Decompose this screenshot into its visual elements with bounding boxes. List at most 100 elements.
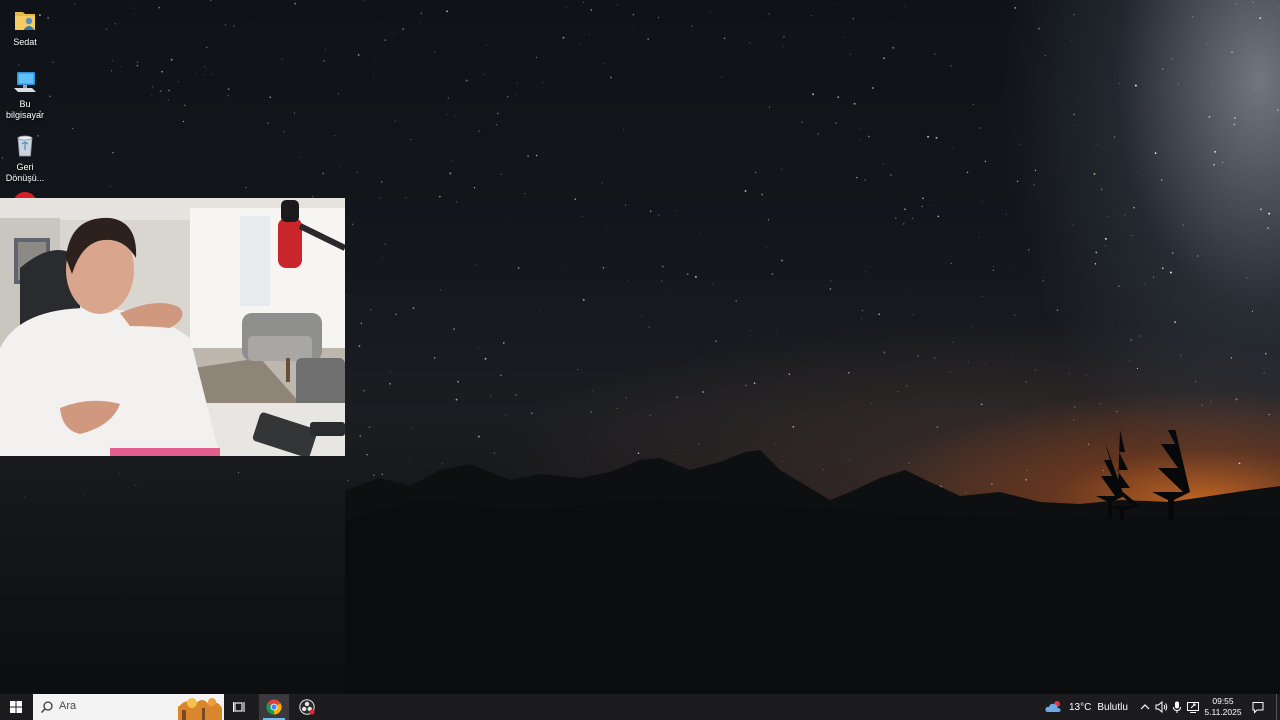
star (1221, 161, 1224, 164)
star (1062, 249, 1063, 251)
star (788, 373, 791, 375)
star (592, 390, 594, 392)
star (1104, 244, 1106, 246)
star (765, 246, 767, 248)
star (767, 219, 770, 221)
star (852, 122, 854, 124)
chevron-up-icon[interactable] (1138, 700, 1152, 714)
taskbar-app-obs[interactable] (292, 694, 322, 720)
star (699, 232, 701, 234)
star (1129, 360, 1130, 362)
star (363, 389, 365, 392)
star (623, 229, 624, 230)
microphone-icon[interactable] (1170, 700, 1184, 714)
search-input[interactable]: Ara (33, 694, 224, 720)
taskbar-app-chrome[interactable] (259, 694, 289, 720)
windows-logo-icon (10, 701, 22, 713)
star (542, 82, 544, 84)
star (184, 104, 186, 106)
star (322, 172, 324, 175)
star (769, 106, 771, 108)
star (90, 110, 92, 112)
star (921, 197, 924, 200)
star (1231, 51, 1233, 54)
star (453, 328, 455, 330)
desktop-icon-this-pc[interactable]: Bu bilgisayar (2, 68, 48, 121)
display-settings-icon[interactable] (1186, 700, 1200, 714)
start-button[interactable] (0, 694, 32, 720)
star (966, 171, 969, 174)
desktop-icon-sedat[interactable]: Sedat (2, 6, 48, 48)
weather-widget[interactable]: 13°C Bulutlu (1045, 694, 1128, 720)
star (1130, 247, 1131, 249)
star (1009, 270, 1011, 271)
star (657, 17, 660, 19)
star (434, 51, 436, 54)
star (781, 59, 783, 61)
star (890, 174, 892, 176)
star (136, 61, 139, 63)
notification-icon[interactable] (1251, 700, 1265, 714)
star (105, 28, 108, 31)
star (934, 357, 936, 359)
star (603, 63, 605, 64)
star (709, 11, 711, 13)
recycle-bin-icon (17, 135, 33, 157)
star (691, 25, 693, 27)
star (1025, 380, 1027, 383)
star (455, 201, 458, 203)
star (535, 154, 538, 157)
star (1233, 123, 1236, 126)
desktop-icon-recycle-bin[interactable]: Geri Dönüşü... (2, 131, 48, 184)
star (420, 22, 422, 24)
star (187, 164, 189, 165)
star (859, 139, 861, 141)
star (420, 12, 423, 14)
star (294, 2, 296, 5)
star (647, 38, 650, 41)
star (641, 315, 642, 317)
star (562, 36, 565, 39)
star (835, 122, 837, 124)
star (1268, 413, 1270, 416)
star (1258, 131, 1260, 133)
star (267, 122, 269, 124)
star (473, 186, 476, 189)
star (866, 155, 868, 157)
star (829, 288, 832, 290)
task-view-button[interactable] (227, 694, 253, 720)
star (610, 76, 612, 79)
star (455, 398, 458, 401)
system-clock[interactable]: 09:55 5.11.2025 (1200, 696, 1246, 718)
star (1074, 406, 1076, 408)
speaker-icon[interactable] (1154, 700, 1168, 714)
star (1234, 117, 1236, 119)
star (381, 181, 383, 183)
star (1134, 84, 1137, 87)
star (49, 95, 51, 98)
star (1182, 224, 1185, 226)
star (588, 33, 590, 35)
star (978, 236, 980, 239)
weather-condition: Bulutlu (1097, 701, 1128, 713)
star (625, 397, 627, 399)
star (814, 371, 816, 373)
star (1246, 277, 1248, 279)
star (878, 313, 880, 315)
star (1171, 57, 1173, 60)
star (781, 259, 783, 262)
desktop-icon-label: Bu bilgisayar (5, 99, 45, 120)
star (507, 96, 509, 98)
show-desktop-button[interactable] (1276, 694, 1280, 720)
star (269, 96, 272, 99)
star (1116, 212, 1118, 213)
star (72, 127, 74, 130)
desktop-wallpaper: Sedat Bu bilgisayar Geri Dönüşü... (0, 0, 1280, 694)
star (195, 73, 197, 75)
star (904, 6, 906, 8)
star (1010, 353, 1012, 355)
star (817, 133, 819, 135)
star (227, 88, 230, 91)
star (1154, 152, 1157, 154)
star (801, 121, 804, 124)
